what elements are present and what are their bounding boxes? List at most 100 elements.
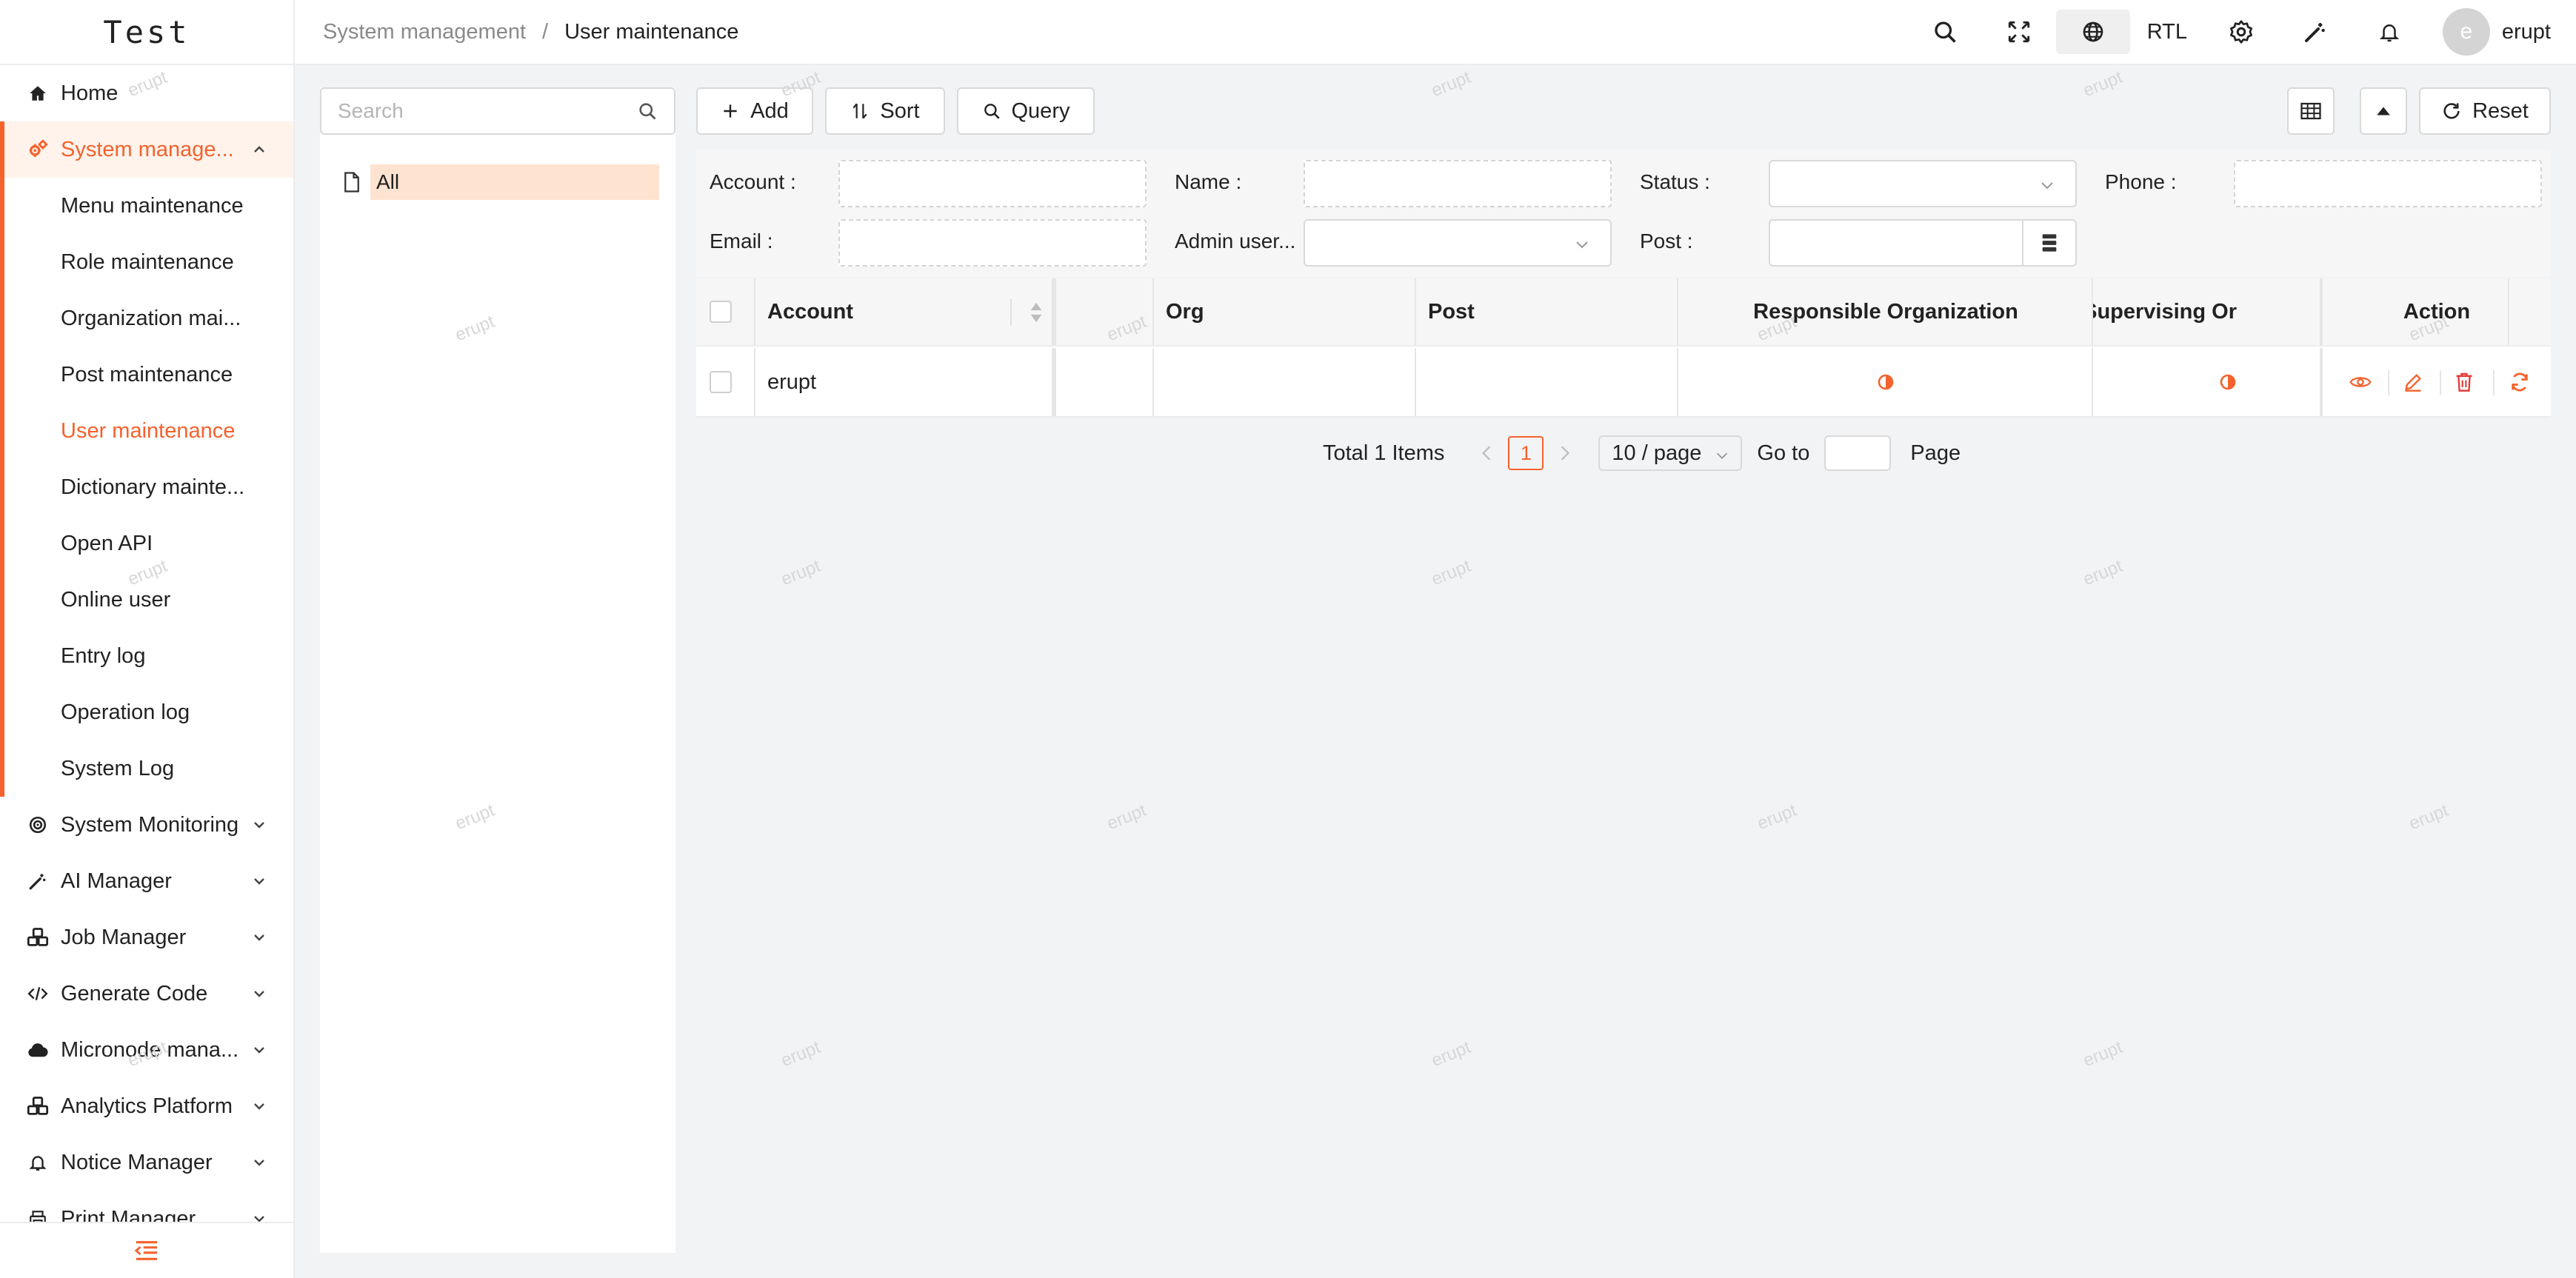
table-header-row: Account Org Post Responsible Organizatio…: [696, 278, 2551, 347]
sidebar-item-entry-log[interactable]: Entry log: [0, 628, 293, 684]
magic-wand-icon: [2303, 20, 2327, 44]
tree-search-input[interactable]: [321, 99, 637, 123]
sidebar-item-system-monitoring[interactable]: System Monitoring: [0, 797, 293, 853]
cell-supervising-organization: [2093, 348, 2237, 416]
sort-button[interactable]: Sort: [825, 87, 945, 135]
admin-user-filter-select[interactable]: [1304, 219, 1612, 267]
breadcrumb-separator: /: [542, 19, 549, 44]
pagination-total: Total 1 Items: [1323, 441, 1445, 465]
column-settings-button[interactable]: [2287, 87, 2335, 135]
page-size-value: 10 / page: [1612, 441, 1702, 465]
sidebar-item-label: Analytics Platform: [61, 1094, 233, 1118]
sidebar-menu: Home System manage... Menu maintenance R…: [0, 65, 293, 1222]
fullscreen-button[interactable]: [1982, 10, 2056, 54]
collapse-filter-button[interactable]: [2360, 87, 2407, 135]
user-menu[interactable]: e erupt: [2442, 8, 2551, 56]
query-button[interactable]: Query: [957, 87, 1095, 135]
global-search-button[interactable]: [1908, 10, 1982, 54]
sidebar-item-label: Job Manager: [61, 925, 187, 949]
chevron-down-icon: [250, 929, 268, 946]
breadcrumb: System management / User maintenance: [295, 20, 738, 44]
bell-icon: [27, 1151, 49, 1174]
name-filter-input[interactable]: [1304, 160, 1612, 207]
theme-button[interactable]: [2278, 10, 2352, 54]
search-icon[interactable]: [637, 101, 658, 121]
reset-button[interactable]: Reset: [2419, 87, 2551, 135]
column-header-supervising-organization[interactable]: Supervising Or: [2093, 278, 2237, 345]
column-header-account[interactable]: Account: [767, 278, 853, 345]
table-row[interactable]: erupt: [696, 348, 2551, 418]
watermark: erupt: [1428, 67, 1474, 101]
sidebar-item-print-manager[interactable]: Print Manager: [0, 1191, 293, 1222]
sidebar-item-user-maintenance[interactable]: User maintenance: [0, 403, 293, 459]
view-action[interactable]: [2349, 348, 2372, 416]
query-button-label: Query: [1011, 98, 1070, 123]
sidebar-item-label: System manage...: [61, 137, 234, 161]
notifications-button[interactable]: [2352, 10, 2426, 54]
cell-account: erupt: [767, 369, 817, 394]
goto-page-input[interactable]: [1824, 435, 1892, 471]
reset-password-action[interactable]: [2509, 348, 2530, 416]
sidebar-item-label: Micronode mana...: [61, 1037, 239, 1062]
page-number-current[interactable]: 1: [1508, 436, 1544, 470]
post-filter-input[interactable]: [1769, 219, 2077, 267]
account-filter-input[interactable]: [838, 160, 1147, 207]
sidebar-item-notice-manager[interactable]: Notice Manager: [0, 1134, 293, 1191]
sidebar-item-operation-log[interactable]: Operation log: [0, 684, 293, 740]
chevron-down-icon: [250, 985, 268, 1003]
sidebar-item-system-management[interactable]: System manage...: [0, 121, 293, 797]
sidebar-item-label: Print Manager: [61, 1206, 196, 1222]
app-logo[interactable]: Test: [0, 0, 293, 65]
sidebar-item-generate-code[interactable]: Generate Code: [0, 966, 293, 1022]
sidebar-item-micronode-management[interactable]: Micronode mana...: [0, 1022, 293, 1078]
phone-filter-input[interactable]: [2234, 160, 2542, 207]
sidebar-item-system-log[interactable]: System Log: [0, 740, 293, 797]
sidebar-item-label: AI Manager: [61, 869, 172, 893]
prev-page-icon[interactable]: [1480, 445, 1493, 461]
chevron-down-icon: [1714, 447, 1730, 464]
settings-button[interactable]: [2204, 10, 2278, 54]
edit-action[interactable]: [2403, 348, 2423, 416]
sidebar-item-analytics-platform[interactable]: Analytics Platform: [0, 1078, 293, 1134]
add-button[interactable]: Add: [696, 87, 813, 135]
select-all-checkbox[interactable]: [710, 301, 732, 323]
sidebar-item-role-maintenance[interactable]: Role maintenance: [0, 234, 293, 290]
sidebar-item-post-maintenance[interactable]: Post maintenance: [0, 347, 293, 403]
email-filter-input[interactable]: [838, 219, 1147, 267]
delete-action[interactable]: [2455, 348, 2474, 416]
post-picker-button[interactable]: [2022, 221, 2075, 265]
code-icon: [27, 983, 49, 1005]
chevron-down-icon: [250, 1210, 268, 1222]
tree-node-all[interactable]: All: [342, 164, 659, 200]
gears-icon: [27, 138, 49, 161]
globe-icon: [2081, 20, 2105, 44]
phone-filter-label: Phone :: [2105, 170, 2177, 193]
sort-caret-icon[interactable]: [1030, 301, 1043, 324]
column-header-org[interactable]: Org: [1166, 278, 1204, 345]
sidebar-item-job-manager[interactable]: Job Manager: [0, 909, 293, 966]
sidebar-item-menu-maintenance[interactable]: Menu maintenance: [0, 178, 293, 234]
watermark: erupt: [1428, 1037, 1474, 1071]
sidebar-item-ai-manager[interactable]: AI Manager: [0, 853, 293, 909]
sidebar-item-home[interactable]: Home: [0, 65, 293, 121]
half-circle-icon[interactable]: [2219, 373, 2237, 391]
rtl-toggle[interactable]: RTL: [2130, 10, 2204, 54]
half-circle-icon[interactable]: [1877, 373, 1895, 391]
status-filter-select[interactable]: [1769, 160, 2077, 207]
page-size-select[interactable]: 10 / page: [1598, 435, 1743, 471]
row-checkbox[interactable]: [710, 371, 732, 393]
sidebar-item-online-user[interactable]: Online user: [0, 572, 293, 628]
breadcrumb-item-system-management[interactable]: System management: [323, 20, 526, 44]
next-page-icon[interactable]: [1558, 445, 1572, 461]
sidebar-item-dictionary-maintenance[interactable]: Dictionary mainte...: [0, 459, 293, 515]
row-checkbox-cell: [710, 348, 732, 416]
column-header-responsible-organization[interactable]: Responsible Organization: [1678, 278, 2093, 345]
sidebar-item-organization-maintenance[interactable]: Organization mai...: [0, 290, 293, 347]
column-header-post[interactable]: Post: [1428, 278, 1475, 345]
sync-icon: [2509, 372, 2530, 392]
chevron-down-icon: [250, 1097, 268, 1115]
sidebar-item-label: Generate Code: [61, 981, 208, 1006]
sidebar-item-open-api[interactable]: Open API: [0, 515, 293, 572]
sidebar-collapse-button[interactable]: [0, 1222, 293, 1278]
language-button[interactable]: [2055, 10, 2130, 54]
